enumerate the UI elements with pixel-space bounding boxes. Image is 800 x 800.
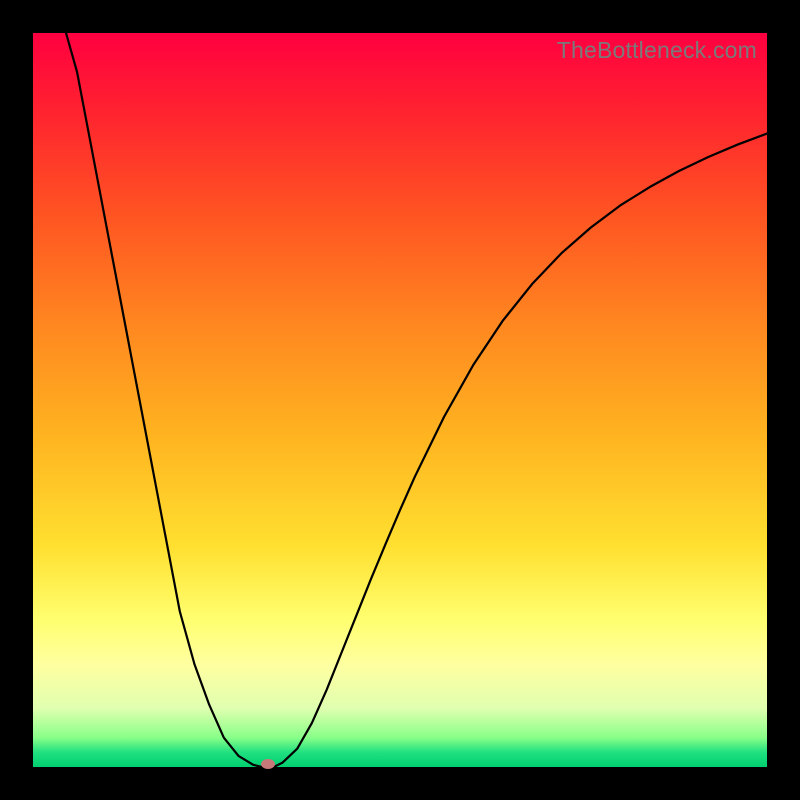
plot-area: TheBottleneck.com: [33, 33, 767, 767]
curve-path: [33, 33, 767, 767]
minimum-marker: [261, 759, 275, 769]
chart-container: TheBottleneck.com: [0, 0, 800, 800]
